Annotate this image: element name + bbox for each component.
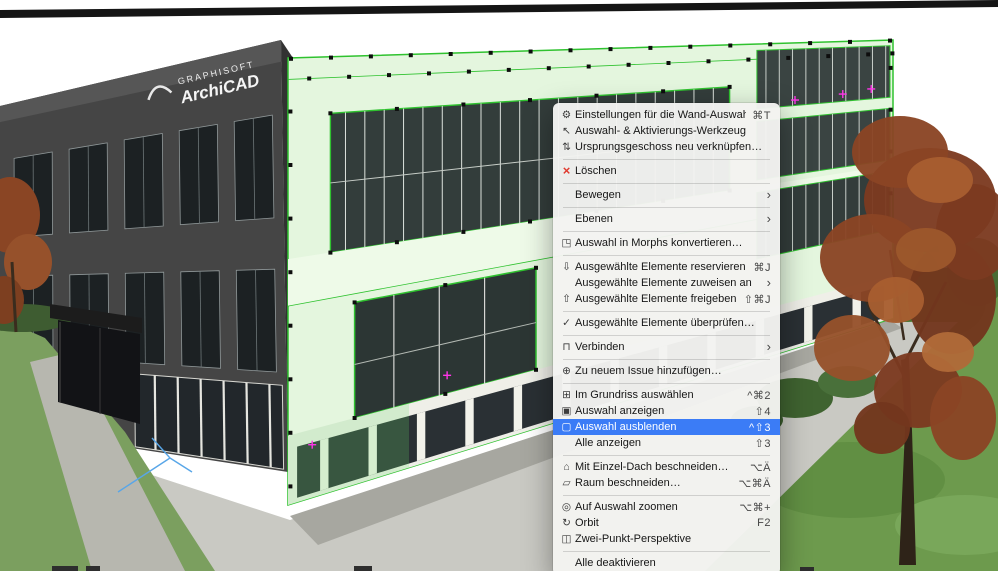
menu-item-orbit[interactable]: ↻ Orbit F2	[553, 515, 780, 531]
archicad-3d-view: GRAPHISOFT ArchiCAD ⚙ Einstellungen für …	[0, 0, 998, 571]
menu-item-auswahl-ausblenden[interactable]: ▢ Auswahl ausblenden ^⇧3	[553, 419, 780, 435]
menu-item-ursprungsgeschoss-neu-verknuepfen[interactable]: ⇅ Ursprungsgeschoss neu verknüpfen…	[553, 139, 780, 155]
menu-item-label: Löschen	[575, 165, 617, 177]
verify-elements-icon: ✓	[562, 317, 571, 329]
settings-gear-icon: ⚙	[561, 109, 572, 121]
menu-item-shortcut: ⌥⌘Ä	[738, 477, 771, 490]
menu-item-label: Alle anzeigen	[575, 437, 642, 449]
menu-item-verbinden[interactable]: ⊓ Verbinden ›	[553, 339, 780, 355]
menu-item-shortcut: ⌘J	[753, 261, 771, 274]
menu-item-morphs-konvertieren[interactable]: ◳ Auswahl in Morphs konvertieren…	[553, 235, 780, 251]
add-issue-icon: ⊕	[562, 365, 571, 377]
menu-item-shortcut: ^⇧3	[749, 421, 771, 434]
menu-item-label: Zwei-Punkt-Perspektive	[575, 533, 692, 545]
menu-item-shortcut: ⇧⌘J	[743, 293, 771, 306]
menu-item-label: Ebenen	[575, 213, 613, 225]
menu-item-bewegen[interactable]: Bewegen ›	[553, 187, 780, 203]
menu-item-im-grundriss-auswaehlen[interactable]: ⊞ Im Grundriss auswählen ^⌘2	[553, 387, 780, 403]
menu-item-label: Auswahl- & Aktivierungs-Werkzeug	[575, 125, 746, 137]
menu-item-label: Raum beschneiden…	[575, 477, 681, 489]
menu-item-label: Ursprungsgeschoss neu verknüpfen…	[575, 141, 763, 153]
menu-item-label: Ausgewählte Elemente reservieren	[575, 261, 746, 273]
menu-item-einstellungen-wand-auswahl[interactable]: ⚙ Einstellungen für die Wand-Auswahl ⌘T	[553, 107, 780, 123]
menu-item-auswahl-anzeigen[interactable]: ▣ Auswahl anzeigen ⇧4	[553, 403, 780, 419]
context-menu: ⚙ Einstellungen für die Wand-Auswahl ⌘T …	[553, 103, 780, 571]
delete-x-icon: ×	[562, 163, 571, 178]
relink-story-icon: ⇅	[562, 141, 571, 153]
menu-item-raum-beschneiden[interactable]: ▱ Raum beschneiden… ⌥⌘Ä	[553, 475, 780, 491]
menu-item-einzel-dach-beschneiden[interactable]: ⌂ Mit Einzel-Dach beschneiden… ⌥Ä	[553, 459, 780, 475]
menu-item-loeschen[interactable]: × Löschen	[553, 163, 780, 179]
menu-separator	[563, 182, 770, 184]
3d-viewport[interactable]: GRAPHISOFT ArchiCAD	[0, 0, 998, 571]
menu-item-label: Ausgewählte Elemente freigeben	[575, 293, 737, 305]
two-point-perspective-icon: ◫	[561, 533, 572, 545]
menu-item-alle-deaktivieren[interactable]: Alle deaktivieren	[553, 555, 780, 571]
submenu-chevron-icon: ›	[766, 339, 771, 354]
menu-item-label: Ausgewählte Elemente überprüfen…	[575, 317, 755, 329]
menu-item-label: Mit Einzel-Dach beschneiden…	[575, 461, 729, 473]
menu-item-issue-hinzufuegen[interactable]: ⊕ Zu neuem Issue hinzufügen…	[553, 363, 780, 379]
menu-separator	[563, 310, 770, 312]
morph-convert-icon: ◳	[561, 237, 572, 249]
menu-item-alle-anzeigen[interactable]: Alle anzeigen ⇧3	[553, 435, 780, 451]
menu-item-shortcut: ⌥⌘+	[739, 501, 771, 514]
show-selection-icon: ▣	[561, 405, 572, 417]
menu-item-zwei-punkt-perspektive[interactable]: ◫ Zwei-Punkt-Perspektive	[553, 531, 780, 547]
menu-item-label: Verbinden	[575, 341, 625, 353]
zone-trim-icon: ▱	[562, 477, 571, 489]
menu-item-elemente-reservieren[interactable]: ⇩ Ausgewählte Elemente reservieren ⌘J	[553, 259, 780, 275]
submenu-chevron-icon: ›	[766, 187, 771, 202]
menu-item-elemente-ueberpruefen[interactable]: ✓ Ausgewählte Elemente überprüfen…	[553, 315, 780, 331]
orbit-icon: ↻	[562, 517, 571, 529]
menu-separator	[563, 382, 770, 384]
menu-item-label: Auswahl in Morphs konvertieren…	[575, 237, 743, 249]
menu-separator	[563, 494, 770, 496]
menu-item-label: Zu neuem Issue hinzufügen…	[575, 365, 722, 377]
menu-separator	[563, 158, 770, 160]
release-elements-icon: ⇧	[562, 293, 571, 305]
menu-item-shortcut: ^⌘2	[747, 389, 771, 402]
menu-item-shortcut: ⇧3	[754, 437, 771, 450]
menu-item-label: Einstellungen für die Wand-Auswahl	[575, 109, 747, 121]
menu-separator	[563, 206, 770, 208]
submenu-chevron-icon: ›	[766, 275, 771, 290]
menu-separator	[563, 550, 770, 552]
menu-item-elemente-freigeben[interactable]: ⇧ Ausgewählte Elemente freigeben ⇧⌘J	[553, 291, 780, 307]
menu-item-auswahl-aktivierungs-werkzeug[interactable]: ↖ Auswahl- & Aktivierungs-Werkzeug	[553, 123, 780, 139]
submenu-chevron-icon: ›	[766, 211, 771, 226]
menu-item-label: Orbit	[575, 517, 599, 529]
menu-item-label: Auswahl anzeigen	[575, 405, 665, 417]
menu-item-label: Auf Auswahl zoomen	[575, 501, 678, 513]
reserve-elements-icon: ⇩	[562, 261, 571, 273]
menu-separator	[563, 230, 770, 232]
menu-item-elemente-zuweisen[interactable]: Ausgewählte Elemente zuweisen an ›	[553, 275, 780, 291]
roof-trim-icon: ⌂	[563, 461, 570, 473]
menu-item-label: Ausgewählte Elemente zuweisen an	[575, 277, 752, 289]
selection-tool-cursor-icon: ↖	[562, 125, 571, 137]
menu-separator	[563, 254, 770, 256]
connect-icon: ⊓	[562, 341, 571, 353]
menu-item-label: Auswahl ausblenden	[575, 421, 677, 433]
menu-item-shortcut: F2	[757, 517, 771, 529]
menu-item-shortcut: ⇧4	[754, 405, 771, 418]
menu-item-shortcut: ⌥Ä	[749, 461, 771, 474]
zoom-selection-icon: ◎	[561, 501, 572, 513]
menu-separator	[563, 454, 770, 456]
menu-item-label: Bewegen	[575, 189, 621, 201]
hide-selection-icon: ▢	[561, 421, 572, 433]
floorplan-select-icon: ⊞	[562, 389, 571, 401]
menu-separator	[563, 334, 770, 336]
menu-item-ebenen[interactable]: Ebenen ›	[553, 211, 780, 227]
menu-item-label: Alle deaktivieren	[575, 557, 656, 569]
menu-item-auf-auswahl-zoomen[interactable]: ◎ Auf Auswahl zoomen ⌥⌘+	[553, 499, 780, 515]
menu-separator	[563, 358, 770, 360]
menu-item-label: Im Grundriss auswählen	[575, 389, 694, 401]
menu-item-shortcut: ⌘T	[752, 109, 771, 122]
